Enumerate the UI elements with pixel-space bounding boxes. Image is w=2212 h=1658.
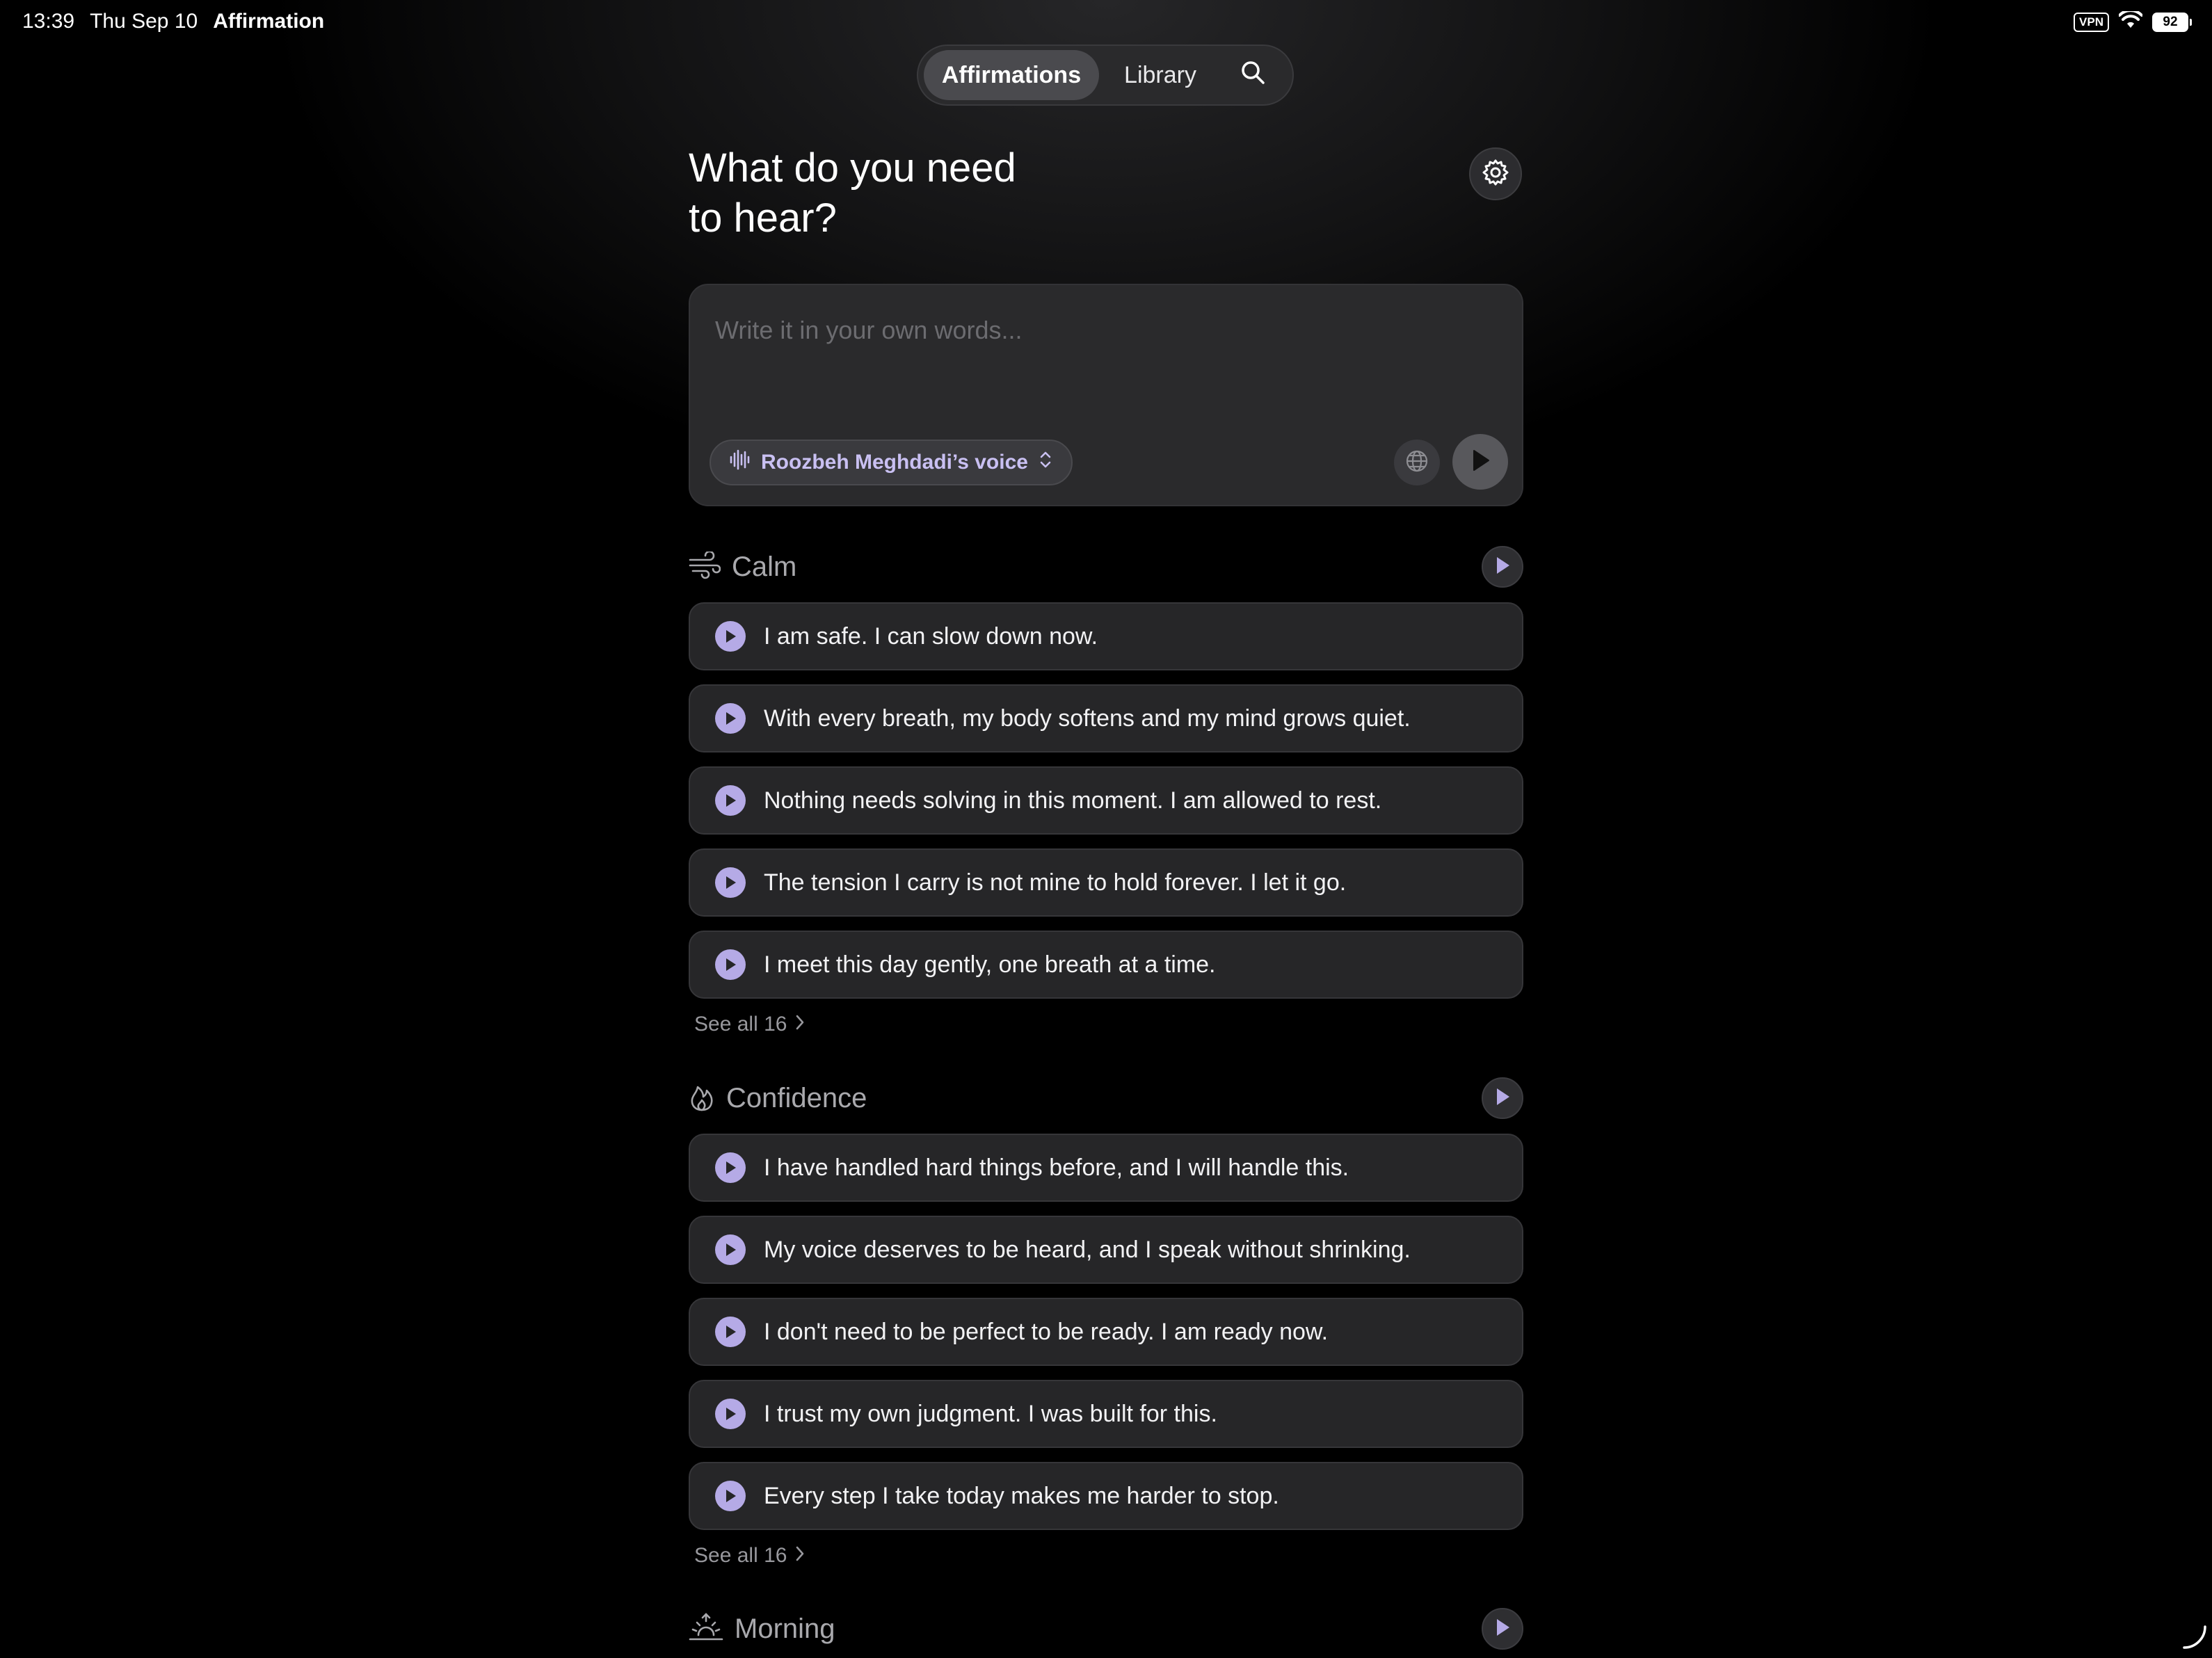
status-bar-left: 13:39 Thu Sep 10 Affirmation [22,10,324,33]
section-header-calm: Calm [689,546,1523,588]
waveform-icon [729,449,750,476]
see-all-confidence-link[interactable]: See all 16 [694,1544,805,1568]
affirmation-text: I am safe. I can slow down now. [764,622,1098,650]
affirmation-composer: Roozbeh Meghdadi’s voice [689,284,1523,506]
language-button[interactable] [1394,440,1440,485]
resize-corner-icon [2180,1623,2208,1654]
play-icon[interactable] [715,1399,746,1429]
affirmation-text: The tension I carry is not mine to hold … [764,869,1347,896]
affirmation-card[interactable]: I am safe. I can slow down now. [689,602,1523,670]
page-title: What do you need to hear? [689,143,1120,243]
play-icon [1493,1617,1512,1641]
play-icon [1493,1086,1512,1111]
wind-icon [689,550,721,583]
affirmation-text: Nothing needs solving in this moment. I … [764,787,1382,814]
play-icon[interactable] [715,1317,746,1347]
affirmation-card[interactable]: Nothing needs solving in this moment. I … [689,766,1523,835]
affirmation-card[interactable]: My voice deserves to be heard, and I spe… [689,1216,1523,1284]
play-icon [1470,449,1491,476]
status-date: Thu Sep 10 [90,10,198,33]
play-affirmation-button[interactable] [1452,434,1508,490]
battery-indicator: 92 [2152,12,2192,32]
flame-icon [689,1081,715,1116]
affirmation-card[interactable]: I don't need to be perfect to be ready. … [689,1298,1523,1366]
tab-library[interactable]: Library [1099,50,1221,100]
search-icon [1240,60,1265,91]
see-all-label: See all 16 [694,1544,787,1567]
chevron-right-icon [795,1544,805,1568]
chevron-right-icon [795,1013,805,1036]
play-icon[interactable] [715,703,746,734]
app-screen: 13:39 Thu Sep 10 Affirmation VPN 92 Affi… [0,0,2212,1658]
settings-button[interactable] [1469,147,1522,200]
gear-icon [1481,158,1510,191]
affirmation-text: Every step I take today makes me harder … [764,1482,1279,1509]
play-icon[interactable] [715,1234,746,1265]
affirmation-text: I trust my own judgment. I was built for… [764,1400,1217,1427]
affirmation-text: With every breath, my body softens and m… [764,705,1411,732]
see-all-calm-link[interactable]: See all 16 [694,1013,805,1036]
voice-label: Roozbeh Meghdadi’s voice [761,451,1028,474]
affirmation-card[interactable]: With every breath, my body softens and m… [689,684,1523,752]
voice-selector[interactable]: Roozbeh Meghdadi’s voice [710,440,1073,485]
affirmation-text: My voice deserves to be heard, and I spe… [764,1236,1411,1263]
affirmation-card[interactable]: I trust my own judgment. I was built for… [689,1380,1523,1448]
play-icon[interactable] [715,621,746,652]
top-tab-switcher: Affirmations Library [917,45,1294,106]
play-icon [1493,555,1512,579]
sunrise-icon [689,1611,723,1647]
play-icon[interactable] [715,949,746,980]
page-title-line1: What do you need [689,145,1016,191]
play-icon[interactable] [715,785,746,816]
search-button[interactable] [1221,50,1284,100]
affirmation-text: I have handled hard things before, and I… [764,1154,1349,1181]
see-all-label: See all 16 [694,1013,787,1036]
affirmation-text: I meet this day gently, one breath at a … [764,951,1216,978]
play-icon[interactable] [715,1152,746,1183]
affirmation-card[interactable]: I meet this day gently, one breath at a … [689,931,1523,999]
affirmation-card[interactable]: Every step I take today makes me harder … [689,1462,1523,1530]
section-title-confidence: Confidence [726,1082,867,1113]
play-section-confidence-button[interactable] [1482,1077,1523,1119]
section-header-morning: Morning [689,1608,1523,1650]
affirmation-text: I don't need to be perfect to be ready. … [764,1318,1329,1345]
play-section-calm-button[interactable] [1482,546,1523,588]
play-icon[interactable] [715,1481,746,1511]
status-app-name: Affirmation [213,10,325,33]
affirmation-card[interactable]: I have handled hard things before, and I… [689,1134,1523,1202]
vpn-badge: VPN [2074,12,2109,32]
section-title-morning: Morning [735,1613,835,1644]
globe-icon [1405,449,1429,476]
affirmation-card[interactable]: The tension I carry is not mine to hold … [689,848,1523,917]
chevron-up-down-icon [1039,450,1052,475]
wifi-icon [2118,9,2143,33]
section-header-confidence: Confidence [689,1077,1523,1119]
affirmation-input[interactable] [715,316,1480,345]
status-bar-right: VPN 92 [2074,9,2192,33]
tab-affirmations[interactable]: Affirmations [924,50,1099,100]
page-title-line2: to hear? [689,195,837,241]
play-icon[interactable] [715,867,746,898]
play-section-morning-button[interactable] [1482,1608,1523,1650]
status-time: 13:39 [22,10,75,33]
section-title-calm: Calm [732,551,797,582]
